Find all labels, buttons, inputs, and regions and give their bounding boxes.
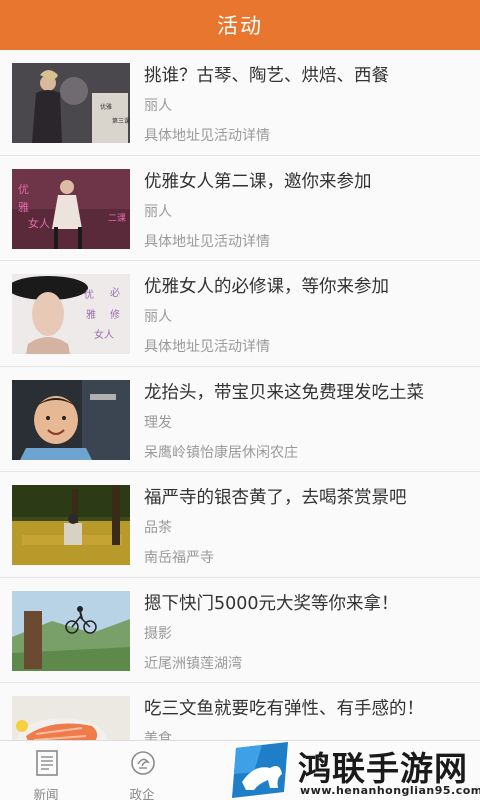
tab-label: 新闻 [33,787,59,800]
tab-government[interactable]: 政企 [102,741,182,800]
tab-label: 政企 [129,787,155,800]
activity-item[interactable]: 摁下快门5000元大奖等你来拿！ 摄影 近尾洲镇莲湖湾 [0,578,480,683]
svg-text:优: 优 [18,183,29,196]
svg-text:女人: 女人 [94,328,114,341]
activity-category: 理发 [144,414,172,431]
activity-title: 吃三文鱼就要吃有弹性、有手感的！ [144,699,424,719]
header-bar: 活动 [0,0,480,50]
activity-location: 呆鹰岭镇怡康居休闲农庄 [144,444,298,461]
watermark-text: 鸿联手游网 [298,749,468,788]
svg-text:优雅: 优雅 [100,103,112,111]
activity-thumbnail: 优 雅 女人 二课 [12,168,130,249]
activity-item[interactable]: 优 雅 女人 二课 优雅女人第二课，邀你来参加 丽人 具体地址见活动详情 [0,156,480,261]
watermark: 鸿联手游网 www.henanhonglian95.com [230,740,480,800]
activity-category: 摄影 [144,625,172,642]
svg-text:二课: 二课 [108,213,126,224]
activity-category: 丽人 [144,309,172,325]
activity-title: 龙抬头，带宝贝来这免费理发吃土菜 [144,382,424,403]
page-title: 活动 [217,14,263,38]
activity-thumbnail [12,696,130,740]
svg-text:雅: 雅 [18,200,29,214]
activity-thumbnail: 优 必 雅 修 女人 [12,274,130,354]
activity-title: 挑谁？古琴、陶艺、烘焙、西餐 [144,66,389,86]
activity-title: 优雅女人的必修课，等你来参加 [144,277,389,297]
svg-text:修: 修 [110,308,120,321]
svg-text:女人: 女人 [28,216,50,230]
activity-thumbnail [12,590,130,671]
newspaper-icon [36,750,58,776]
government-icon [131,751,155,775]
svg-text:必: 必 [110,286,120,299]
activity-thumbnail [12,379,130,460]
activity-location: 具体地址见活动详情 [144,233,270,250]
svg-text:第三课: 第三课 [112,117,130,125]
activity-thumbnail: 优雅 第三课 [12,63,130,143]
activity-title: 摁下快门5000元大奖等你来拿！ [144,593,399,614]
svg-text:雅: 雅 [86,308,96,321]
activity-item[interactable]: 龙抬头，带宝贝来这免费理发吃土菜 理发 呆鹰岭镇怡康居休闲农庄 [0,367,480,472]
activity-location: 具体地址见活动详情 [144,128,270,144]
activity-location: 近尾洲镇莲湖湾 [144,655,242,672]
activity-item[interactable]: 优 必 雅 修 女人 优雅女人的必修课，等你来参加 丽人 具体地址见活动详情 [0,261,480,367]
activity-location: 南岳福严寺 [144,550,214,566]
svg-text:优: 优 [84,288,94,301]
activity-category: 丽人 [144,203,172,220]
watermark-logo-icon [232,742,288,798]
activity-category: 品茶 [144,520,172,536]
activity-list[interactable]: 优雅 第三课 挑谁？古琴、陶艺、烘焙、西餐 丽人 具体地址见活动详情 优 雅 女… [0,50,480,740]
activity-category: 美食 [144,731,172,740]
watermark-url: www.henanhonglian95.com [300,784,480,797]
tab-news[interactable]: 新闻 [6,741,86,800]
activity-item[interactable]: 福严寺的银杏黄了，去喝茶赏景吧 品茶 南岳福严寺 [0,472,480,578]
activity-category: 丽人 [144,98,172,114]
activity-title: 优雅女人第二课，邀你来参加 [144,171,372,192]
activity-item[interactable]: 优雅 第三课 挑谁？古琴、陶艺、烘焙、西餐 丽人 具体地址见活动详情 [0,50,480,156]
activity-title: 福严寺的银杏黄了，去喝茶赏景吧 [144,488,407,508]
activity-location: 具体地址见活动详情 [144,339,270,355]
activity-thumbnail [12,485,130,565]
activity-item[interactable]: 吃三文鱼就要吃有弹性、有手感的！ 美食 [0,683,480,740]
